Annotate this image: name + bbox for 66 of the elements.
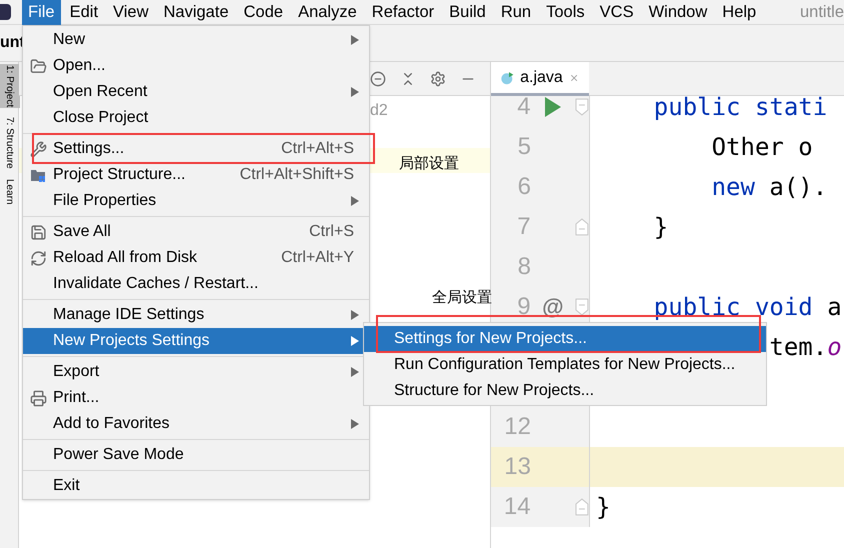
menu-entry[interactable]: Reload All from Disk Ctrl+Alt+Y [23,245,369,271]
shortcut-label: Ctrl+Alt+Y [281,248,354,268]
annotation-label: 局部设置 [399,154,459,174]
code-line: new a(). [712,173,828,201]
collapse-circle-icon[interactable] [370,70,386,86]
menu-item[interactable]: Analyze [292,0,363,24]
menu-entry[interactable]: Open... [23,53,369,79]
menu-entry[interactable]: Open Recent [23,79,369,105]
menu-entry[interactable]: Power Save Mode [23,442,369,468]
menu-entry[interactable]: Settings for New Projects... [364,326,766,352]
project-structure-icon [30,167,46,183]
shortcut-label: Ctrl+Alt+Shift+S [240,165,354,185]
wrench-icon [30,140,46,158]
settings-icon[interactable] [430,70,446,86]
folder-icon [30,58,46,74]
menu-entry[interactable]: File Properties [23,188,369,214]
line-number: 5 [518,133,531,161]
line-number: 8 [518,253,531,281]
code-line: public void a [654,293,842,321]
printer-icon [30,390,46,406]
annotation-label: 全局设置 [432,288,492,308]
window-title: untitle [800,2,844,23]
shortcut-label: Ctrl+S [309,222,354,242]
menu-item[interactable]: File [22,0,61,24]
shortcut-label: Ctrl+Alt+S [281,139,354,159]
menu-item[interactable]: Run [494,0,538,24]
menu-item[interactable]: Build [443,0,492,24]
menu-item[interactable]: Window [642,0,714,24]
menu-entry[interactable]: Settings... Ctrl+Alt+S [23,136,369,162]
editor-tab[interactable]: a.java [491,62,589,96]
reload-icon [30,250,46,266]
line-number: 14 [504,493,531,521]
line-number: 7 [517,213,531,241]
menu-entry[interactable]: Exit [23,473,369,499]
line-number: 12 [504,413,531,441]
menu-entry[interactable]: Project Structure... Ctrl+Alt+Shift+S [23,162,369,188]
code-line: Other o [712,133,813,161]
menu-entry[interactable]: Close Project [23,105,369,131]
menu-entry[interactable]: Save All Ctrl+S [23,219,369,245]
fold-icon[interactable] [575,298,589,316]
code-line: } [596,493,610,521]
save-icon [30,224,46,240]
menu-item[interactable]: Tools [540,0,591,24]
line-number: 6 [518,173,531,201]
menu-entry[interactable]: Add to Favorites [23,411,369,437]
menu-item[interactable]: View [107,0,154,24]
line-number: 4 [517,96,531,121]
tool-window-tab[interactable]: Learn [0,178,20,206]
code-line: public stati [654,96,828,121]
tool-window-tab[interactable]: 1: Project [0,64,20,108]
menu-item[interactable]: Edit [64,0,104,24]
code-line: } [654,213,668,241]
menu-entry[interactable]: Manage IDE Settings [23,302,369,328]
tool-window-tab[interactable]: 7: Structure [0,116,20,170]
menu-entry[interactable]: New [23,27,369,53]
run-icon[interactable] [544,97,561,117]
menu-item[interactable]: Help [716,0,762,24]
line-number: 9 [517,293,531,321]
menu-item[interactable]: Refactor [366,0,440,24]
line-number: 13 [504,453,531,481]
code-line: tem.o [769,333,842,361]
menu-entry[interactable]: Invalidate Caches / Restart... [23,271,369,297]
app-logo-icon [0,4,11,20]
menu-item[interactable]: VCS [594,0,640,24]
menu-item[interactable]: Navigate [158,0,235,24]
menu-item[interactable]: Code [238,0,290,24]
